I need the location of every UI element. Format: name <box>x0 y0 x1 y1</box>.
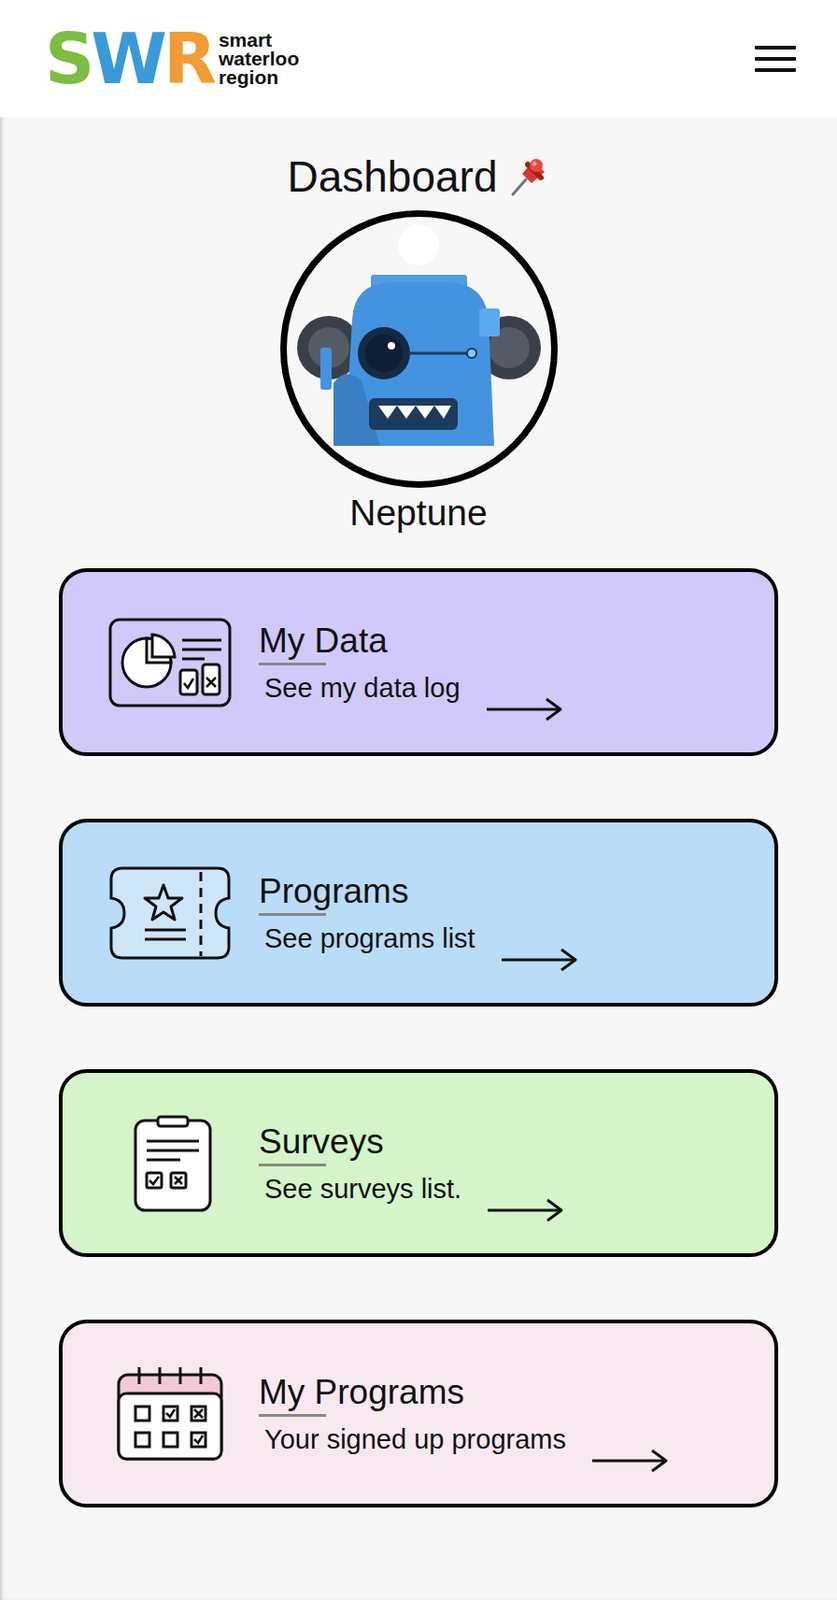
card-subtitle-row: Your signed up programs <box>258 1421 669 1456</box>
tagline-line: waterloo <box>218 49 299 69</box>
arrow-right-icon <box>499 947 579 972</box>
logo-letters: SWR <box>44 24 213 94</box>
logo-letter: W <box>90 24 164 94</box>
card-subtitle: Your signed up programs <box>264 1421 567 1456</box>
card-subtitle-row: See programs list <box>258 921 579 955</box>
dashboard: Dashboard Neptune My Data See my data log Pr… <box>0 116 837 1507</box>
logo-letter: S <box>44 24 91 94</box>
dashboard-title: Dashboard <box>286 150 497 203</box>
user-name: Neptune <box>349 491 487 535</box>
arrow-right-icon <box>484 696 564 722</box>
dashboard-card[interactable]: Surveys See surveys list. <box>58 1068 779 1257</box>
card-subtitle: See surveys list. <box>264 1171 462 1206</box>
header: SWRsmartwaterlooregion <box>0 0 837 117</box>
logo-letter: R <box>163 24 213 94</box>
user-avatar[interactable] <box>280 210 558 488</box>
logo-tagline: smartwaterlooregion <box>218 30 299 87</box>
tagline-line: smart <box>218 30 299 50</box>
card-text: My Data See my data log <box>258 620 564 705</box>
dashboard-card[interactable]: My Data See my data log <box>58 567 779 756</box>
arrow-right-icon <box>590 1447 669 1473</box>
card-title: My Programs <box>258 1371 465 1417</box>
card-subtitle-row: See surveys list. <box>258 1171 565 1206</box>
calendar-icon <box>107 1364 233 1462</box>
card-subtitle-row: See my data log <box>258 670 564 705</box>
title-row: Dashboard <box>286 150 550 203</box>
card-text: Surveys See surveys list. <box>258 1120 565 1206</box>
card-text: My Programs Your signed up programs <box>258 1371 669 1456</box>
card-subtitle: See programs list <box>264 921 476 955</box>
card-subtitle: See my data log <box>264 670 461 705</box>
pushpin-icon <box>507 155 551 199</box>
robot-avatar-icon <box>286 216 552 482</box>
card-title: Surveys <box>258 1120 384 1166</box>
card-title: Programs <box>258 870 409 916</box>
arrow-right-icon <box>485 1197 565 1222</box>
data-chart-icon <box>107 613 233 711</box>
card-list: My Data See my data log Programs See progra… <box>58 567 779 1507</box>
card-title: My Data <box>258 620 388 666</box>
dashboard-card[interactable]: Programs See programs list <box>58 818 779 1007</box>
hamburger-menu-icon[interactable] <box>754 43 796 74</box>
logo[interactable]: SWRsmartwaterlooregion <box>44 24 299 94</box>
tagline-line: region <box>218 68 299 87</box>
clipboard-icon <box>107 1114 233 1212</box>
card-text: Programs See programs list <box>258 870 579 955</box>
ticket-icon <box>107 864 233 962</box>
dashboard-card[interactable]: My Programs Your signed up programs <box>58 1319 779 1507</box>
